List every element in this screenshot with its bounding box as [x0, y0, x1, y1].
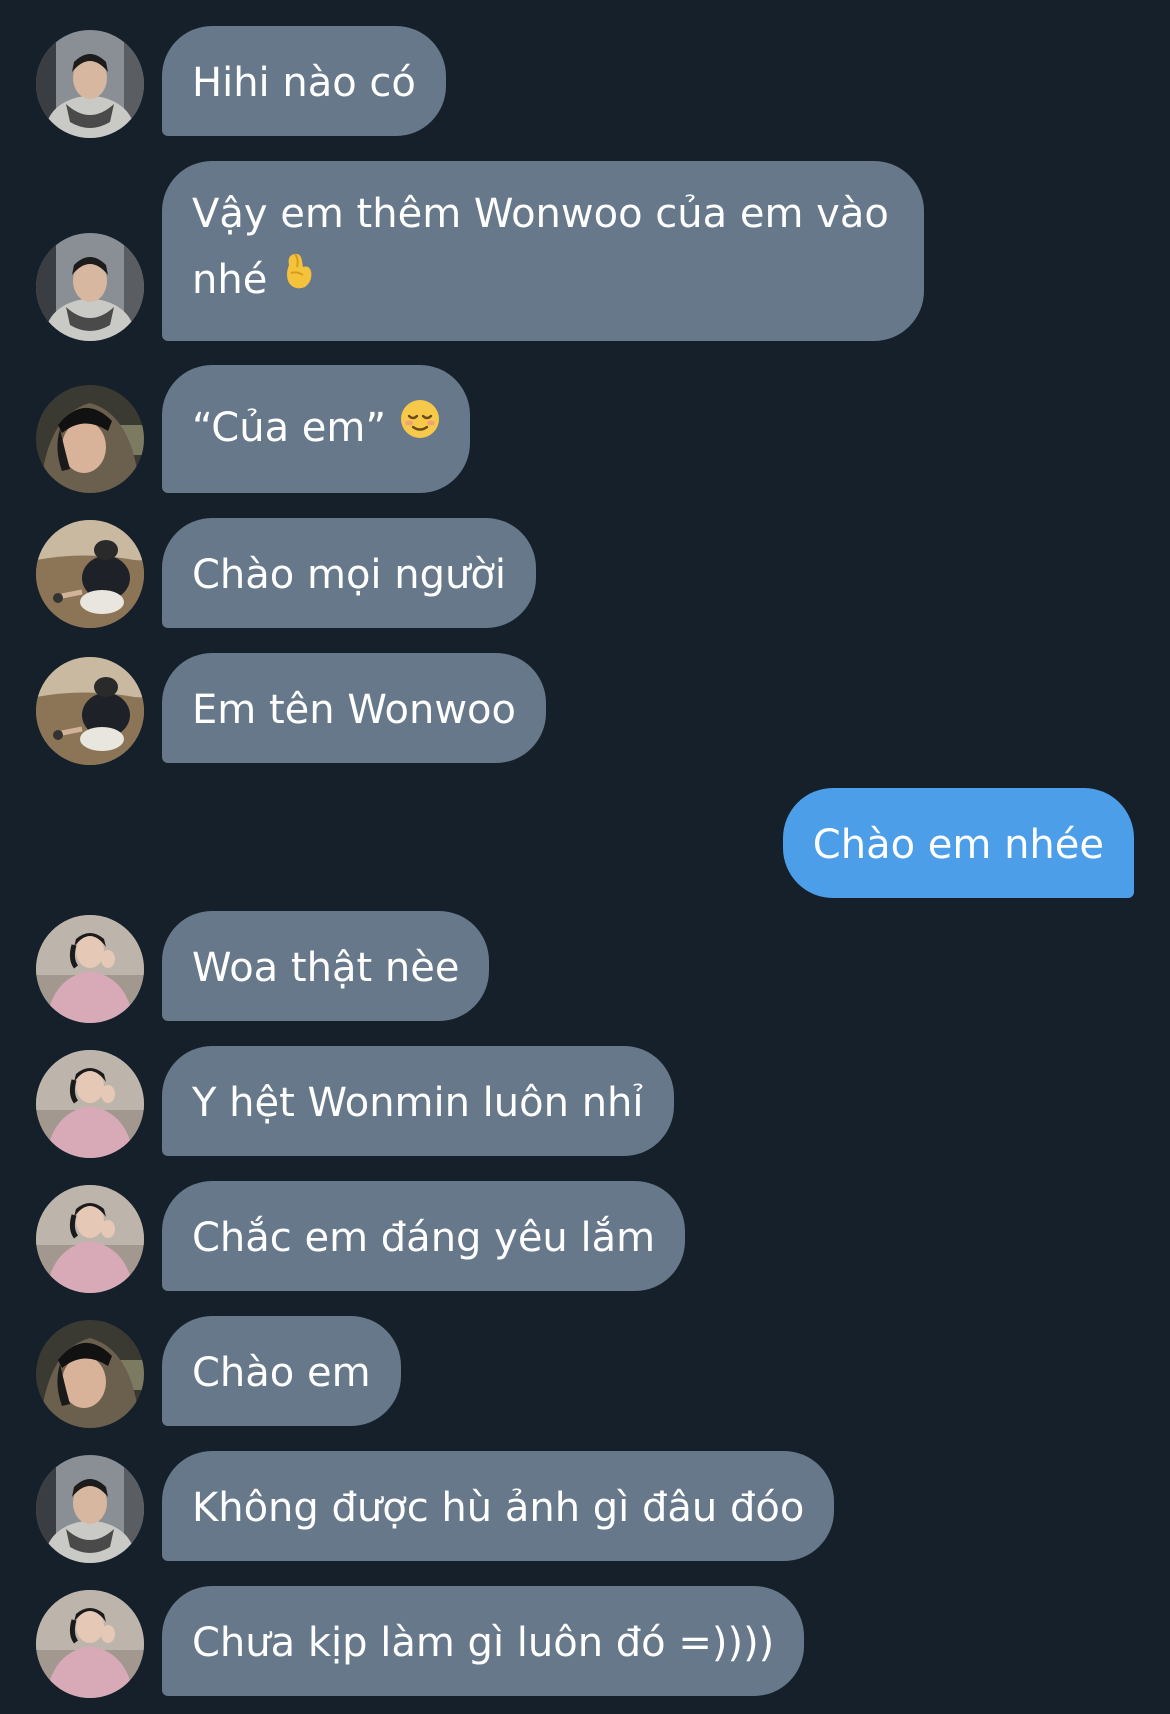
message-bubble[interactable]: Hihi nào có [162, 26, 446, 136]
avatar-hood[interactable] [36, 1320, 144, 1428]
message-bubble[interactable]: Chào em [162, 1316, 401, 1426]
message-text: Y hệt Wonmin luôn nhỉ [192, 1080, 644, 1126]
message-text: Woa thật nèe [192, 945, 460, 991]
message-bubble[interactable]: Vậy em thêm Wonwoo của em vào nhé [162, 161, 924, 341]
avatar-pink[interactable] [36, 915, 144, 1023]
relieved-face-emoji [400, 393, 440, 459]
message-text: Chắc em đáng yêu lắm [192, 1215, 656, 1261]
outgoing-message-bubble[interactable]: Chào em nhée [782, 788, 1134, 898]
message-text: Chào mọi người [192, 552, 506, 598]
avatar-pink[interactable] [36, 1185, 144, 1293]
avatar-scarf[interactable] [36, 30, 144, 138]
message-text: Không được hù ảnh gì đâu đóo [192, 1485, 805, 1531]
message-bubble[interactable]: Woa thật nèe [162, 911, 490, 1021]
message-text: Em tên Wonwoo [192, 687, 517, 733]
message-text: Hihi nào có [192, 60, 416, 106]
message-text: “Của em” [192, 405, 387, 451]
message-bubble[interactable]: Không được hù ảnh gì đâu đóo [162, 1451, 835, 1561]
message-bubble[interactable]: Chắc em đáng yêu lắm [162, 1181, 686, 1291]
message-bubble[interactable]: “Của em” [162, 365, 471, 493]
avatar-hood[interactable] [36, 385, 144, 493]
avatar-pink[interactable] [36, 1050, 144, 1158]
avatar-scarf[interactable] [36, 1455, 144, 1563]
pinched-fingers-emoji [281, 245, 315, 311]
message-text: Chào em [192, 1350, 371, 1396]
message-bubble[interactable]: Y hệt Wonmin luôn nhỉ [162, 1046, 674, 1156]
avatar-scarf[interactable] [36, 233, 144, 341]
message-bubble[interactable]: Em tên Wonwoo [162, 653, 547, 763]
avatar-pink[interactable] [36, 1590, 144, 1698]
message-bubble[interactable]: Chào mọi người [162, 518, 536, 628]
message-text: Chào em nhée [812, 822, 1104, 868]
message-bubble[interactable]: Chưa kịp làm gì luôn đó =)))) [162, 1586, 805, 1696]
message-text: Chưa kịp làm gì luôn đó =)))) [192, 1620, 775, 1666]
chat-thread: Hihi nào có Vậy em thêm Wonwoo của em và… [0, 0, 1170, 1714]
avatar-crouch[interactable] [36, 657, 144, 765]
avatar-crouch[interactable] [36, 520, 144, 628]
